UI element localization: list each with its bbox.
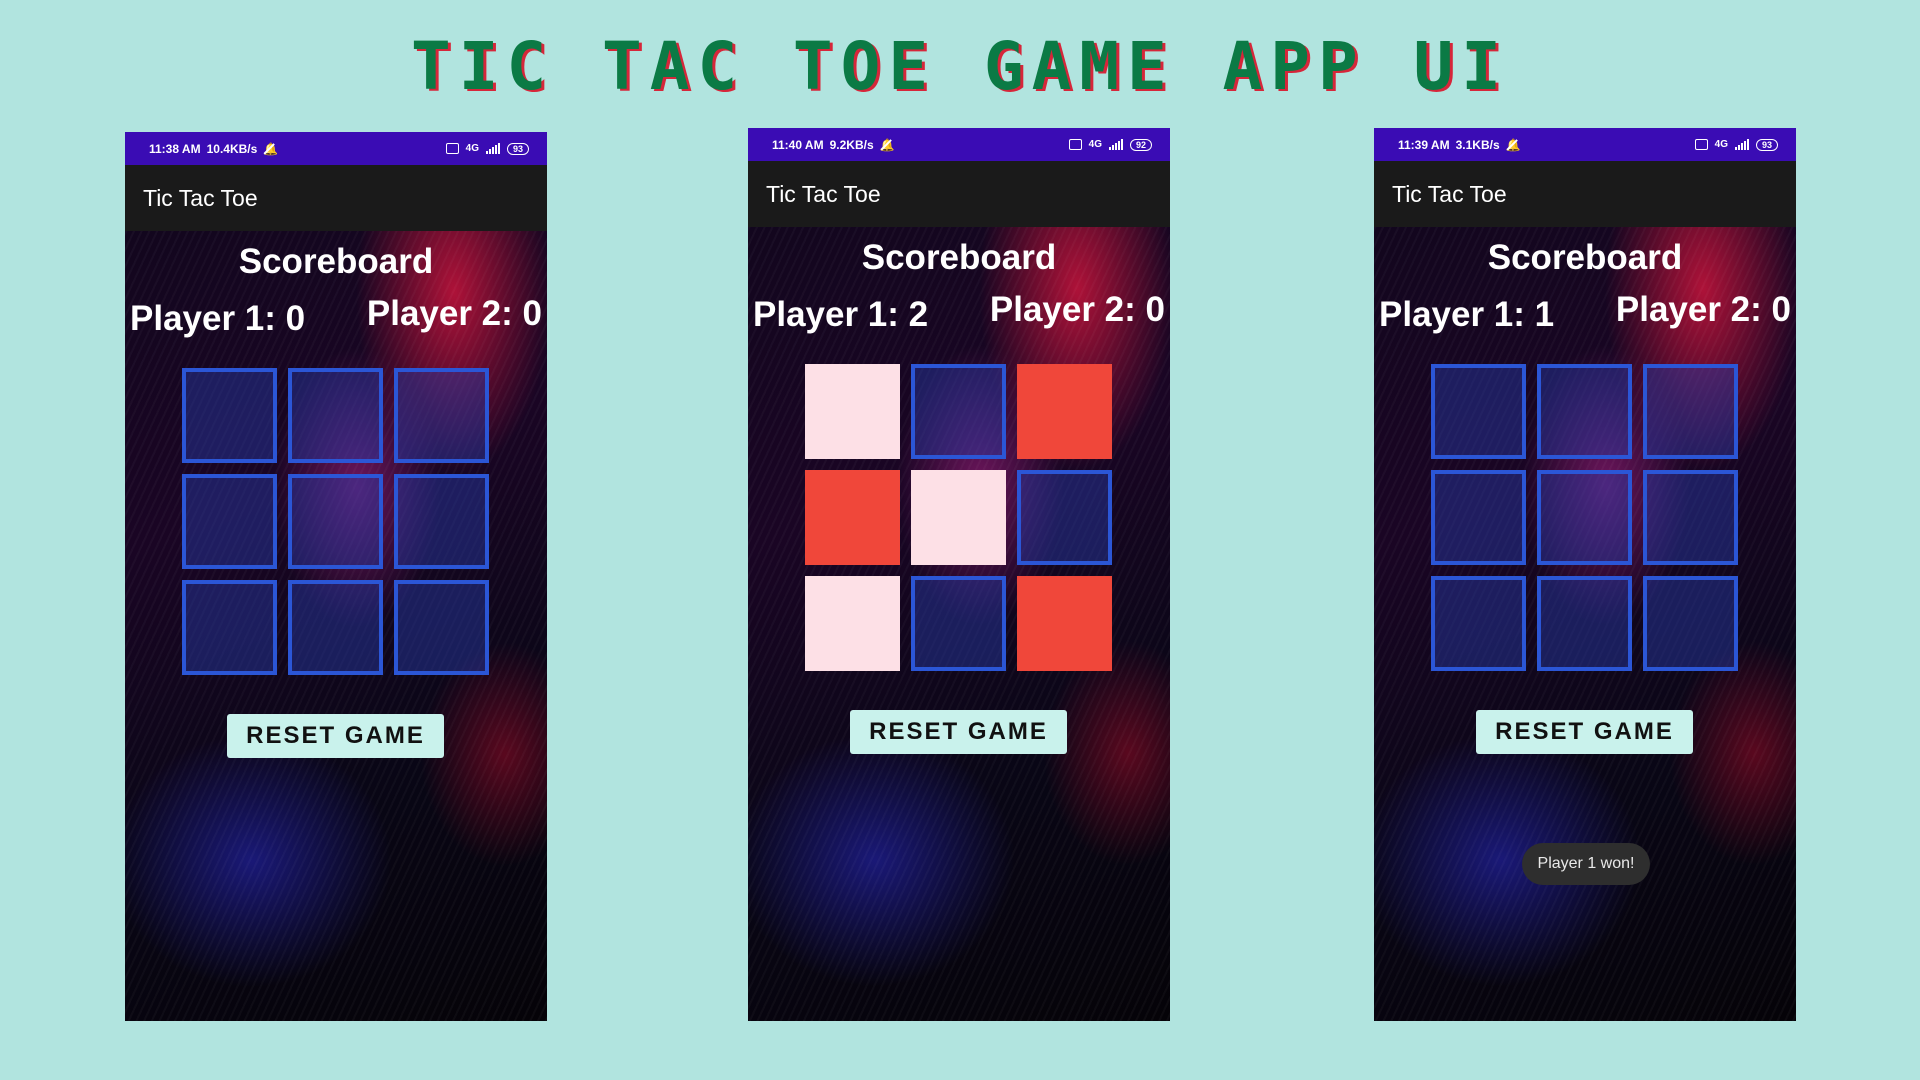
board-cell-3[interactable] [394,368,489,463]
app-title: Tic Tac Toe [143,184,258,211]
battery-icon: 93 [506,142,529,155]
board-cell-4[interactable] [805,470,900,565]
board-cell-5[interactable] [911,470,1006,565]
board-cell-8[interactable] [1537,576,1632,671]
player2-score: Player 2: 0 [366,294,542,333]
network-type: 4G [1714,139,1728,150]
app-bar: Tic Tac Toe [748,161,1170,227]
board-cell-1[interactable] [182,368,277,463]
player2-score: Player 2: 0 [1615,290,1791,329]
board-cell-2[interactable] [911,364,1006,459]
network-type: 4G [465,143,479,154]
board-cell-5[interactable] [1537,470,1632,565]
app-bar: Tic Tac Toe [125,165,547,231]
signal-icon [485,143,500,154]
board-cell-7[interactable] [1431,576,1526,671]
reset-game-button[interactable]: RESET GAME [1476,710,1693,754]
board-cell-7[interactable] [805,576,900,671]
game-board [1431,364,1738,672]
board-cell-6[interactable] [1017,470,1112,565]
app-title: Tic Tac Toe [766,180,881,207]
scoreboard-title: Scoreboard [1487,238,1683,277]
game-board [805,364,1112,672]
battery-icon: 93 [1755,138,1778,151]
status-time: 11:40 AM [772,137,824,152]
phone-screen-1: 11:38 AM 10.4KB/s 🔔 4G 93 Tic Tac Toe Sc… [125,132,547,1021]
status-speed: 9.2KB/s [829,137,874,152]
board-cell-9[interactable] [1643,576,1738,671]
winner-toast: Player 1 won! [1522,843,1650,885]
sim-icon [445,143,459,154]
board-cell-7[interactable] [182,580,277,675]
board-cell-8[interactable] [288,580,383,675]
status-bar: 11:38 AM 10.4KB/s 🔔 4G 93 [125,132,547,165]
board-cell-6[interactable] [1643,470,1738,565]
scoreboard-title: Scoreboard [861,238,1057,277]
board-cell-2[interactable] [288,368,383,463]
battery-icon: 92 [1129,138,1152,151]
status-bar: 11:39 AM 3.1KB/s 🔔 4G 93 [1374,128,1796,161]
reset-game-button[interactable]: RESET GAME [850,710,1067,754]
page-title: TIC TAC TOE GAME APP UI [411,28,1509,105]
bell-off-icon: 🔔 [879,137,895,152]
player2-score: Player 2: 0 [989,290,1165,329]
board-cell-4[interactable] [1431,470,1526,565]
scoreboard-title: Scoreboard [238,242,434,281]
board-cell-6[interactable] [394,474,489,569]
player1-score: Player 1: 2 [753,295,929,334]
game-board [182,368,489,676]
reset-game-button[interactable]: RESET GAME [227,714,444,758]
app-bar: Tic Tac Toe [1374,161,1796,227]
sim-icon [1694,139,1708,150]
board-cell-9[interactable] [394,580,489,675]
bell-off-icon: 🔔 [1505,137,1521,152]
network-type: 4G [1088,139,1102,150]
sim-icon [1068,139,1082,150]
board-cell-3[interactable] [1643,364,1738,459]
app-title: Tic Tac Toe [1392,180,1507,207]
status-time: 11:39 AM [1398,137,1450,152]
phone-screen-2: 11:40 AM 9.2KB/s 🔔 4G 92 Tic Tac Toe Sco… [748,128,1170,1021]
player1-score: Player 1: 0 [130,299,306,338]
board-cell-2[interactable] [1537,364,1632,459]
player1-score: Player 1: 1 [1379,295,1555,334]
signal-icon [1108,139,1123,150]
board-cell-9[interactable] [1017,576,1112,671]
signal-icon [1734,139,1749,150]
phone-screen-3: 11:39 AM 3.1KB/s 🔔 4G 93 Tic Tac Toe Sco… [1374,128,1796,1021]
bell-off-icon: 🔔 [263,141,279,156]
board-cell-4[interactable] [182,474,277,569]
board-cell-1[interactable] [1431,364,1526,459]
status-time: 11:38 AM [149,141,201,156]
board-cell-8[interactable] [911,576,1006,671]
status-bar: 11:40 AM 9.2KB/s 🔔 4G 92 [748,128,1170,161]
board-cell-1[interactable] [805,364,900,459]
board-cell-3[interactable] [1017,364,1112,459]
status-speed: 10.4KB/s [206,141,258,156]
board-cell-5[interactable] [288,474,383,569]
status-speed: 3.1KB/s [1455,137,1500,152]
